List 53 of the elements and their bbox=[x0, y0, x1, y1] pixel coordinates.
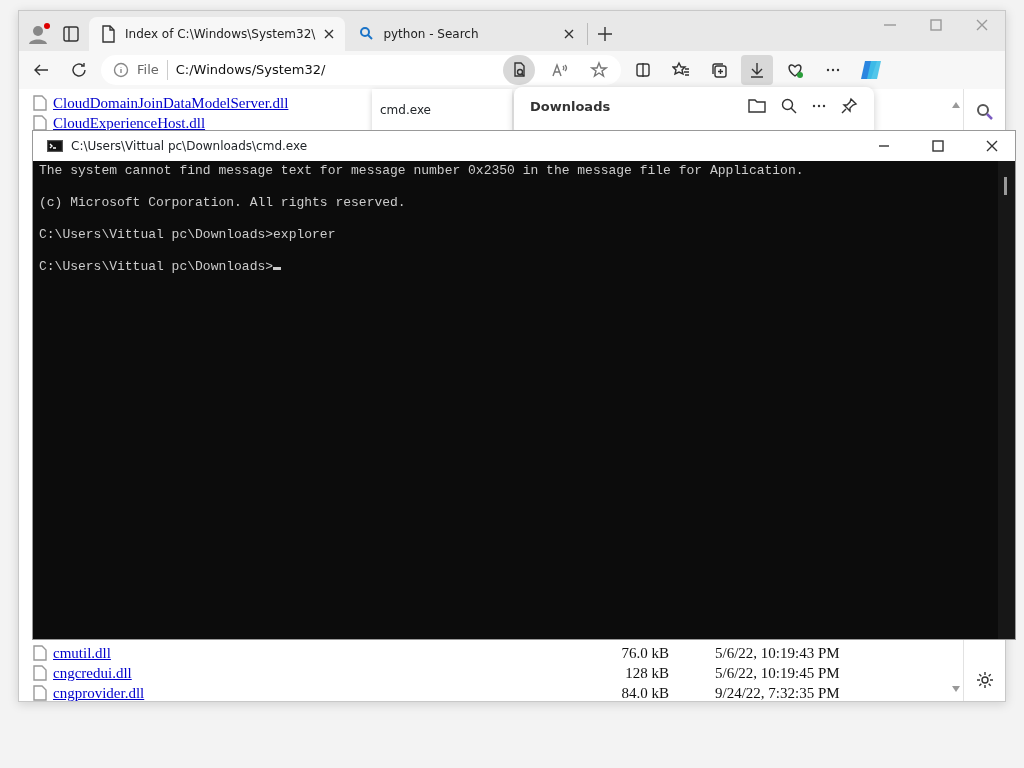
file-icon bbox=[33, 645, 47, 661]
tab-actions-icon[interactable] bbox=[61, 24, 81, 44]
address-scheme: File bbox=[137, 60, 168, 80]
pin-icon[interactable] bbox=[840, 97, 858, 115]
console-line: (c) Microsoft Corporation. All rights reserved. bbox=[39, 195, 406, 210]
browser-tab[interactable]: Index of C:\Windows\System32\ bbox=[89, 17, 346, 51]
info-icon bbox=[113, 62, 129, 78]
console-line: C:\Users\Vittual pc\Downloads>explorer bbox=[39, 227, 336, 242]
star-icon bbox=[590, 61, 608, 79]
scroll-up-icon[interactable] bbox=[951, 100, 961, 109]
file-icon bbox=[33, 665, 47, 681]
file-icon bbox=[33, 95, 47, 111]
search-icon[interactable] bbox=[780, 97, 798, 115]
console-line: The system cannot find message text for message number 0x2350 in the message file for Application. bbox=[39, 163, 804, 178]
file-date: 5/6/22, 10:19:43 PM bbox=[714, 643, 840, 663]
read-aloud-icon bbox=[550, 61, 568, 79]
more-icon[interactable] bbox=[812, 104, 826, 108]
toolbar-button[interactable] bbox=[741, 55, 773, 85]
file-date: 9/24/22, 7:32:35 PM bbox=[714, 683, 840, 701]
heart-pulse-icon bbox=[786, 61, 804, 79]
toolbar-button[interactable] bbox=[503, 55, 535, 85]
favorites-icon bbox=[672, 61, 690, 79]
download-icon bbox=[748, 61, 766, 79]
file-date: 5/6/22, 10:19:45 PM bbox=[714, 663, 840, 683]
address-bar[interactable]: File C:/Windows/System32/ bbox=[101, 55, 621, 85]
downloads-title: Downloads bbox=[530, 98, 612, 116]
maximize-icon bbox=[932, 140, 944, 152]
close-icon[interactable] bbox=[323, 28, 336, 40]
refresh-icon bbox=[70, 61, 88, 79]
settings-icon bbox=[974, 670, 995, 690]
address-url: C:/Windows/System32/ bbox=[175, 61, 327, 80]
profile-icon[interactable] bbox=[27, 22, 51, 46]
tooltip: cmd.exe bbox=[372, 89, 512, 133]
new-tab-icon[interactable] bbox=[596, 25, 615, 43]
file-icon bbox=[33, 685, 47, 701]
more-icon bbox=[826, 68, 840, 72]
close-icon[interactable] bbox=[563, 28, 576, 40]
search-icon bbox=[974, 102, 995, 122]
file-size: 128 kB bbox=[624, 663, 669, 683]
split-screen-icon bbox=[634, 61, 652, 79]
file-size: 84.0 kB bbox=[620, 683, 669, 701]
scroll-down-icon[interactable] bbox=[951, 684, 961, 693]
file-size: 76.0 kB bbox=[620, 643, 669, 663]
console-icon bbox=[47, 140, 63, 152]
close-icon bbox=[986, 140, 998, 152]
page-icon bbox=[99, 24, 117, 44]
console-line: C:\Users\Vittual pc\Downloads> bbox=[39, 259, 274, 274]
browser-tab[interactable]: python - Search bbox=[347, 17, 586, 51]
scrollbar[interactable] bbox=[998, 161, 1015, 639]
folder-icon[interactable] bbox=[748, 97, 766, 113]
scroll-thumb[interactable] bbox=[1004, 177, 1007, 195]
collections-icon bbox=[710, 61, 728, 79]
console-title: C:\Users\Vittual pc\Downloads\cmd.exe bbox=[71, 138, 309, 155]
